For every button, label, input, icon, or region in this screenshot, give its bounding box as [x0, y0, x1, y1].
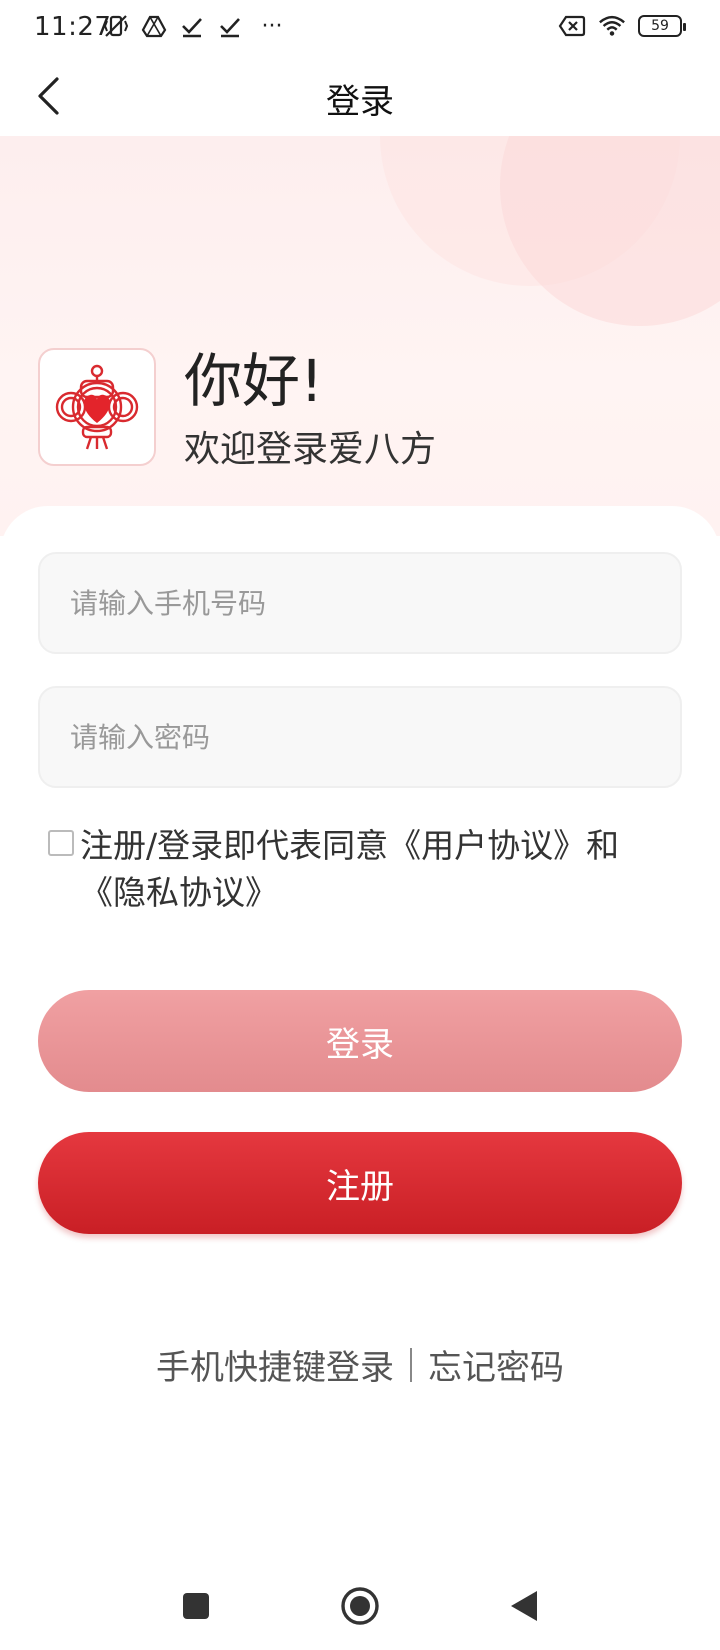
battery-indicator: 59 [638, 15, 686, 37]
privacy-policy-link[interactable]: 《隐私协议》 [80, 873, 278, 912]
password-input[interactable] [40, 688, 680, 786]
recents-button[interactable] [172, 1582, 220, 1630]
wifi-icon [598, 12, 626, 40]
square-icon [183, 1593, 209, 1619]
nav-bar: 登录 [0, 56, 720, 136]
welcome-subtitle: 欢迎登录爱八方 [184, 429, 437, 470]
bottom-links: 手机快捷键登录 忘记密码 [0, 1340, 720, 1389]
triangle-back-icon [511, 1591, 537, 1621]
link-divider [410, 1347, 412, 1382]
drive-icon [140, 12, 168, 40]
user-agreement-link[interactable]: 《用户协议》 [388, 826, 586, 865]
login-button[interactable]: 登录 [38, 990, 682, 1092]
chinese-knot-heart-icon [55, 364, 139, 450]
phone-field-container [38, 552, 682, 654]
home-button[interactable] [336, 1582, 384, 1630]
greeting-title: 你好! [184, 347, 324, 415]
circle-home-icon [341, 1587, 379, 1625]
status-icons-left: ··· [102, 12, 290, 40]
agreement-checkbox[interactable] [48, 830, 74, 856]
register-button[interactable]: 注册 [38, 1132, 682, 1234]
forgot-password-link[interactable]: 忘记密码 [428, 1340, 564, 1389]
password-field-container [38, 686, 682, 788]
page-title: 登录 [326, 82, 394, 122]
agreement-and: 和 [586, 826, 620, 865]
more-dots-icon: ··· [261, 13, 283, 39]
quick-login-link[interactable]: 手机快捷键登录 [156, 1340, 394, 1389]
decor-circle [500, 136, 720, 326]
agreement-text: 注册/登录即代表同意《用户协议》和《隐私协议》 [80, 822, 680, 916]
system-back-button[interactable] [500, 1582, 548, 1630]
phone-input[interactable] [40, 554, 680, 652]
agreement-prefix: 注册/登录即代表同意 [80, 826, 389, 865]
status-bar: 11:27 ··· 59 [0, 0, 720, 56]
status-icons-right: 59 [558, 12, 686, 40]
vibrate-off-icon [102, 12, 130, 40]
check-icon [216, 12, 244, 40]
status-time: 11:27 [34, 12, 112, 42]
app-logo [38, 348, 156, 466]
sim-none-icon [558, 12, 586, 40]
check-icon [178, 12, 206, 40]
hero-background [0, 136, 720, 536]
system-nav-bar [0, 1560, 720, 1650]
